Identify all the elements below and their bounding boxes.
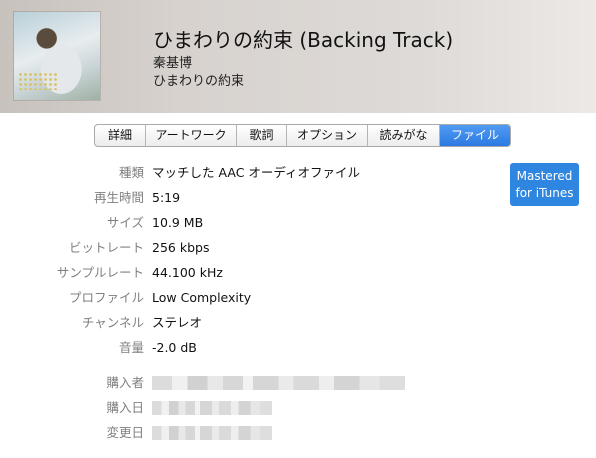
badge-line-2: for iTunes bbox=[515, 185, 574, 200]
artwork-dots-decoration bbox=[18, 72, 58, 90]
track-artist: 秦基博 bbox=[153, 56, 193, 71]
track-album: ひまわりの約束 bbox=[153, 74, 245, 89]
modified-label: 変更日 bbox=[106, 425, 144, 440]
profile-row: プロファイル Low Complexity bbox=[0, 288, 596, 308]
purchase-date-label: 購入日 bbox=[106, 400, 144, 415]
track-header: ひまわりの約束 (Backing Track) 秦基博 ひまわりの約束 bbox=[0, 0, 596, 113]
volume-value: -2.0 dB bbox=[152, 340, 197, 355]
modified-row: 変更日 bbox=[0, 423, 596, 443]
purchaser-label: 購入者 bbox=[106, 375, 144, 390]
tab-details[interactable]: 詳細 bbox=[95, 125, 146, 146]
kind-row: 種類 マッチした AAC オーディオファイル bbox=[0, 163, 596, 183]
tab-options[interactable]: オプション bbox=[287, 125, 368, 146]
track-title: ひまわりの約束 (Backing Track) bbox=[153, 28, 454, 52]
channels-row: チャンネル ステレオ bbox=[0, 313, 596, 333]
duration-label: 再生時間 bbox=[93, 190, 144, 205]
size-value: 10.9 MB bbox=[152, 215, 204, 230]
info-tab-bar: 詳細 アートワーク 歌詞 オプション 読みがな ファイル bbox=[94, 124, 511, 147]
size-row: サイズ 10.9 MB bbox=[0, 213, 596, 233]
channels-label: チャンネル bbox=[81, 315, 144, 330]
duration-row: 再生時間 5:19 bbox=[0, 188, 596, 208]
modified-date-redacted-value bbox=[152, 426, 272, 440]
tab-artwork[interactable]: アートワーク bbox=[146, 125, 237, 146]
album-artwork-image bbox=[14, 12, 100, 100]
volume-label: 音量 bbox=[118, 340, 144, 355]
kind-label: 種類 bbox=[118, 165, 144, 180]
tab-sorting[interactable]: 読みがな bbox=[368, 125, 440, 146]
mastered-for-itunes-badge: Mastered for iTunes bbox=[510, 163, 579, 206]
tab-file[interactable]: ファイル bbox=[440, 125, 510, 146]
purchaser-redacted-value bbox=[152, 376, 405, 390]
samplerate-row: サンプルレート 44.100 kHz bbox=[0, 263, 596, 283]
bitrate-value: 256 kbps bbox=[152, 240, 210, 255]
purchase-date-row: 購入日 bbox=[0, 398, 596, 418]
purchase-date-redacted-value bbox=[152, 401, 272, 415]
badge-line-1: Mastered bbox=[516, 168, 573, 183]
size-label: サイズ bbox=[106, 215, 144, 230]
channels-value: ステレオ bbox=[152, 315, 203, 330]
bitrate-label: ビットレート bbox=[68, 240, 144, 255]
samplerate-value: 44.100 kHz bbox=[152, 265, 223, 280]
kind-value: マッチした AAC オーディオファイル bbox=[152, 165, 361, 180]
tab-lyrics[interactable]: 歌詞 bbox=[237, 125, 287, 146]
profile-value: Low Complexity bbox=[152, 290, 252, 305]
volume-row: 音量 -2.0 dB bbox=[0, 338, 596, 358]
duration-value: 5:19 bbox=[152, 190, 181, 205]
samplerate-label: サンプルレート bbox=[56, 265, 144, 280]
bitrate-row: ビットレート 256 kbps bbox=[0, 238, 596, 258]
profile-label: プロファイル bbox=[68, 290, 144, 305]
